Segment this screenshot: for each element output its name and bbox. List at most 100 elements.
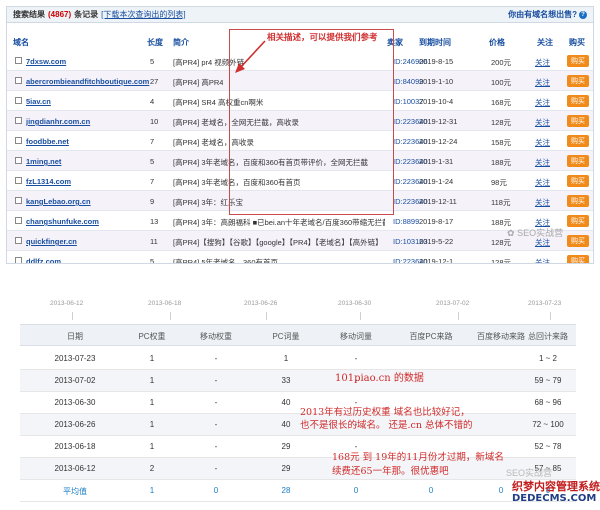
col-length[interactable]: 长度 bbox=[147, 37, 163, 48]
table-row: foodbbe.net 7 [高PR4] 老域名，高收录 ID:223640 2019-… bbox=[7, 131, 593, 151]
hcol-mobile-words: 移动词量 bbox=[340, 332, 372, 341]
end-date: 2019-12-31 bbox=[419, 117, 458, 126]
sell-domain-help-link[interactable]: 你由有域名想出售? ? bbox=[508, 9, 587, 20]
seller-id[interactable]: ID:8899 bbox=[393, 217, 419, 226]
end-date: 2019-8-17 bbox=[419, 217, 454, 226]
domain-brief: [高PR4] 3年：高朗福科 ■已bei.an十年老域名/百度360带缩无拦截的… bbox=[173, 218, 385, 227]
domain-link[interactable]: fzL1314.com bbox=[26, 177, 71, 186]
col-buy: 购买 bbox=[569, 38, 585, 47]
row-checkbox[interactable] bbox=[15, 97, 22, 104]
history-table-header: 日期 PC权重 移动权重 PC词量 移动词量 百度PC来路 百度移动来路 总回计… bbox=[20, 324, 576, 346]
row-checkbox[interactable] bbox=[15, 177, 22, 184]
follow-link[interactable]: 关注 bbox=[535, 97, 550, 108]
row-checkbox[interactable] bbox=[15, 197, 22, 204]
domain-brief: [高PR4] 高PR4 bbox=[173, 78, 224, 87]
follow-link[interactable]: 关注 bbox=[535, 177, 550, 188]
domain-brief: [高PR4] 3年老域名，百度和360有首页 bbox=[173, 178, 301, 187]
question-icon: ? bbox=[579, 10, 587, 19]
buy-button[interactable]: 购买 bbox=[567, 95, 589, 107]
buy-button[interactable]: 购买 bbox=[567, 135, 589, 147]
row-checkbox[interactable] bbox=[15, 257, 22, 263]
end-date: 2019-1-31 bbox=[419, 157, 454, 166]
hcol-baidu-pc: 百度PC来路 bbox=[409, 332, 453, 341]
timeline-dates: 2013-06-12 2013-06-18 2013-06-26 2013-06-30… bbox=[20, 300, 576, 320]
domain-length: 5 bbox=[150, 157, 155, 166]
download-list-link[interactable]: [下载本次查询出的列表] bbox=[101, 9, 185, 20]
domain-length: 5 bbox=[150, 57, 155, 66]
hcol-pc-words: PC词量 bbox=[272, 332, 300, 341]
domain-link[interactable]: 1ming.net bbox=[26, 157, 61, 166]
row-checkbox[interactable] bbox=[15, 77, 22, 84]
history-panel: 2013-06-12 2013-06-18 2013-06-26 2013-06-30… bbox=[20, 300, 576, 506]
table-row: jingdianhr.com.cn 10 [高PR4] 老域名，全网无拦截，高收录 I… bbox=[7, 111, 593, 131]
follow-link[interactable]: 关注 bbox=[535, 137, 550, 148]
domain-length: 5 bbox=[150, 257, 155, 264]
note-domain-data: 101piao.cn 的数据 bbox=[335, 373, 424, 384]
table-row: fzL1314.com 7 [高PR4] 3年老域名，百度和360有首页 ID:223… bbox=[7, 171, 593, 191]
h-pc-weight: 1 bbox=[149, 376, 155, 385]
domain-link[interactable]: ddlfz.com bbox=[26, 257, 61, 263]
row-checkbox[interactable] bbox=[15, 137, 22, 144]
domain-link[interactable]: abercrombieandfitchboutique.com bbox=[26, 77, 149, 86]
domain-length: 10 bbox=[150, 117, 159, 126]
h-date: 平均值 bbox=[63, 487, 87, 496]
buy-button[interactable]: 购买 bbox=[567, 175, 589, 187]
domain-link[interactable]: quickfinger.cn bbox=[26, 237, 77, 246]
buy-button[interactable]: 购买 bbox=[567, 235, 589, 247]
domain-length: 9 bbox=[150, 197, 155, 206]
row-checkbox[interactable] bbox=[15, 217, 22, 224]
row-checkbox[interactable] bbox=[15, 117, 22, 124]
table-row: 5iav.cn 4 [高PR4] SR4 高权重cn啊米 ID:10037 2019-1… bbox=[7, 91, 593, 111]
follow-link[interactable]: 关注 bbox=[535, 157, 550, 168]
follow-link[interactable]: 关注 bbox=[535, 77, 550, 88]
hcol-date: 日期 bbox=[67, 332, 83, 341]
buy-button[interactable]: 购买 bbox=[567, 55, 589, 67]
domain-link[interactable]: foodbbe.net bbox=[26, 137, 69, 146]
h-mobile-weight: - bbox=[214, 464, 218, 473]
h-pc-words: 33 bbox=[281, 376, 291, 385]
annotation-arrow-icon bbox=[235, 40, 266, 73]
domain-link[interactable]: changshunfuke.com bbox=[26, 217, 99, 226]
domain-link[interactable]: jingdianhr.com.cn bbox=[26, 117, 90, 126]
h-pc-weight: 1 bbox=[149, 486, 155, 495]
buy-button[interactable]: 购买 bbox=[567, 155, 589, 167]
h-mobile-weight: - bbox=[214, 354, 218, 363]
h-pc-words: 29 bbox=[281, 464, 291, 473]
col-price[interactable]: 价格 bbox=[489, 37, 505, 48]
follow-link[interactable]: 关注 bbox=[535, 57, 550, 68]
domain-link[interactable]: 7dxsw.com bbox=[26, 57, 66, 66]
buy-button[interactable]: 购买 bbox=[567, 75, 589, 87]
col-brief: 简介 bbox=[173, 38, 189, 47]
row-checkbox[interactable] bbox=[15, 237, 22, 244]
col-end-date[interactable]: 到期时间 bbox=[419, 37, 451, 48]
buy-button[interactable]: 购买 bbox=[567, 215, 589, 227]
sell-domain-help-text: 你由有域名想出售? bbox=[508, 10, 577, 19]
domain-listing-panel: 搜索结果 (4867) 条记录 [下载本次查询出的列表] 你由有域名想出售? ?… bbox=[6, 6, 594, 264]
domain-link[interactable]: kangLebao.org.cn bbox=[26, 197, 91, 206]
follow-link[interactable]: 关注 bbox=[535, 197, 550, 208]
follow-link[interactable]: 关注 bbox=[535, 117, 550, 128]
h-pc-words: 28 bbox=[281, 486, 291, 495]
results-count: (4867) bbox=[48, 10, 72, 19]
row-checkbox[interactable] bbox=[15, 57, 22, 64]
domain-link[interactable]: 5iav.cn bbox=[26, 97, 51, 106]
follow-link[interactable]: 关注 bbox=[535, 257, 550, 263]
table-row: kangLebao.org.cn 9 [高PR4] 3年：红乐宝 ID:223640 2… bbox=[7, 191, 593, 211]
buy-button[interactable]: 购买 bbox=[567, 115, 589, 127]
history-average-row: 平均值 1 0 28 0 0 0 0 bbox=[20, 480, 576, 502]
timeline-tick bbox=[72, 312, 73, 320]
price: 98元 bbox=[491, 178, 507, 187]
buy-button[interactable]: 购买 bbox=[567, 195, 589, 207]
watermark-top-text: SEO实战营 bbox=[517, 228, 564, 238]
history-row: 2013-07-02 1-33-59 ~ 79 bbox=[20, 370, 576, 392]
domain-brief: [高PR4] 老域名，高收录 bbox=[173, 138, 254, 147]
watermark-top: ✿ SEO实战营 bbox=[507, 226, 563, 239]
buy-button[interactable]: 购买 bbox=[567, 255, 589, 263]
h-mobile-words: - bbox=[354, 354, 358, 363]
h-date: 2013-06-12 bbox=[54, 464, 96, 473]
table-row: 1ming.net 5 [高PR4] 3年老域名，百度和360有首页带评价，全网无拦… bbox=[7, 151, 593, 171]
row-checkbox[interactable] bbox=[15, 157, 22, 164]
timeline-date: 2013-06-12 bbox=[50, 300, 84, 307]
col-domain[interactable]: 域名 bbox=[13, 37, 29, 48]
price: 200元 bbox=[491, 58, 512, 67]
